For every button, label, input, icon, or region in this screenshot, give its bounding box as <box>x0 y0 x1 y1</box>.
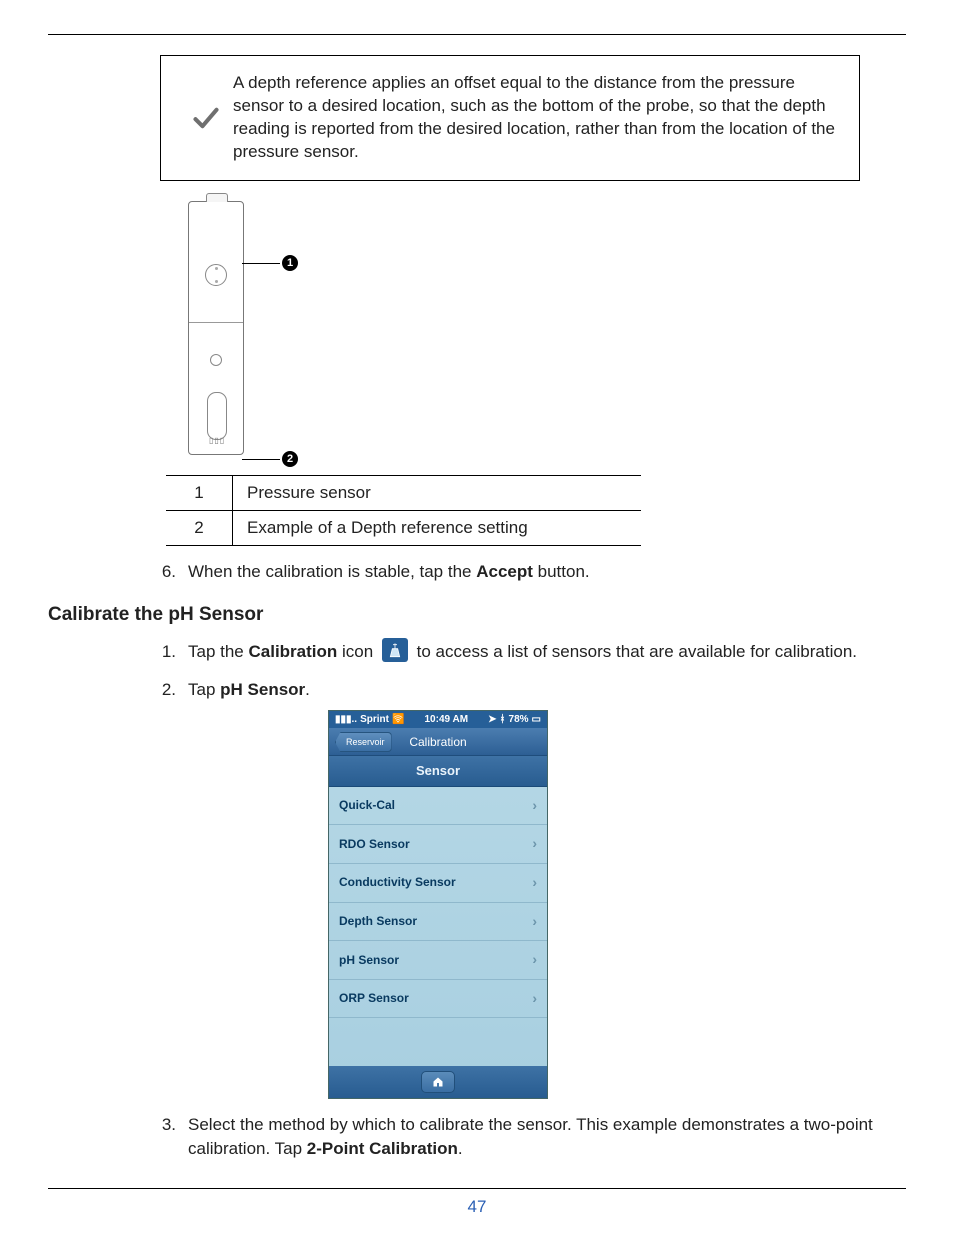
phone-status-bar: ▮▮▮.. Sprint 🛜 10:49 AM ➤ ᚼ 78% ▭ <box>329 711 547 728</box>
back-button[interactable]: Reservoir <box>335 732 392 753</box>
list-item: 3. Select the method by which to calibra… <box>146 1113 906 1161</box>
home-icon <box>432 1076 444 1088</box>
callout-text: A depth reference applies an offset equa… <box>233 72 841 164</box>
key-desc: Pressure sensor <box>233 475 642 510</box>
sensor-list: Quick-Cal› RDO Sensor› Conductivity Sens… <box>329 787 547 1019</box>
status-time: 10:49 AM <box>425 713 469 727</box>
bluetooth-icon: ᚼ <box>500 713 506 727</box>
list-item: 6. When the calibration is stable, tap t… <box>146 560 906 584</box>
probe-diagram: ▯▯▯ 1 2 <box>166 191 336 471</box>
phone-screenshot: ▮▮▮.. Sprint 🛜 10:49 AM ➤ ᚼ 78% ▭ Reserv… <box>328 710 548 1100</box>
wifi-icon: 🛜 <box>392 713 404 727</box>
chevron-right-icon: › <box>532 912 537 932</box>
list-item: 2. Tap pH Sensor. ▮▮▮.. Sprint 🛜 10:49 A… <box>146 678 906 1099</box>
sensor-tab[interactable]: Sensor <box>329 756 547 787</box>
sensor-item-quick-cal[interactable]: Quick-Cal› <box>329 787 547 826</box>
section-heading: Calibrate the pH Sensor <box>48 604 906 626</box>
key-desc: Example of a Depth reference setting <box>233 510 642 545</box>
chevron-right-icon: › <box>532 834 537 854</box>
home-button[interactable] <box>421 1071 455 1093</box>
continued-steps-list: 6. When the calibration is stable, tap t… <box>146 560 906 584</box>
list-item: 1. Tap the Calibration icon to access a … <box>146 640 906 665</box>
calibration-icon <box>382 638 408 662</box>
diagram-key-table: 1 Pressure sensor 2 Example of a Depth r… <box>166 475 641 546</box>
location-icon: ➤ <box>488 713 496 727</box>
callout-number-2: 2 <box>282 451 298 467</box>
sensor-item-ph[interactable]: pH Sensor› <box>329 941 547 980</box>
ph-steps-list: 1. Tap the Calibration icon to access a … <box>146 640 906 1161</box>
sensor-item-orp[interactable]: ORP Sensor› <box>329 980 547 1019</box>
depth-reference-callout: A depth reference applies an offset equa… <box>160 55 860 181</box>
table-row: 2 Example of a Depth reference setting <box>166 510 641 545</box>
table-row: 1 Pressure sensor <box>166 475 641 510</box>
sensor-item-depth[interactable]: Depth Sensor› <box>329 903 547 942</box>
chevron-right-icon: › <box>532 796 537 816</box>
top-rule <box>48 34 906 35</box>
phone-title-bar: Reservoir Calibration <box>329 728 547 756</box>
chevron-right-icon: › <box>532 950 537 970</box>
bottom-rule <box>48 1188 906 1189</box>
phone-title: Calibration <box>409 735 466 749</box>
sensor-item-conductivity[interactable]: Conductivity Sensor› <box>329 864 547 903</box>
battery-icon: ▭ <box>532 713 541 727</box>
callout-number-1: 1 <box>282 255 298 271</box>
key-number: 1 <box>166 475 233 510</box>
chevron-right-icon: › <box>532 989 537 1009</box>
page-number: 47 <box>48 1197 906 1217</box>
sensor-item-rdo[interactable]: RDO Sensor› <box>329 825 547 864</box>
phone-toolbar <box>329 1066 547 1098</box>
checkmark-icon <box>179 104 233 132</box>
key-number: 2 <box>166 510 233 545</box>
signal-icon: ▮▮▮.. <box>335 713 357 727</box>
chevron-right-icon: › <box>532 873 537 893</box>
